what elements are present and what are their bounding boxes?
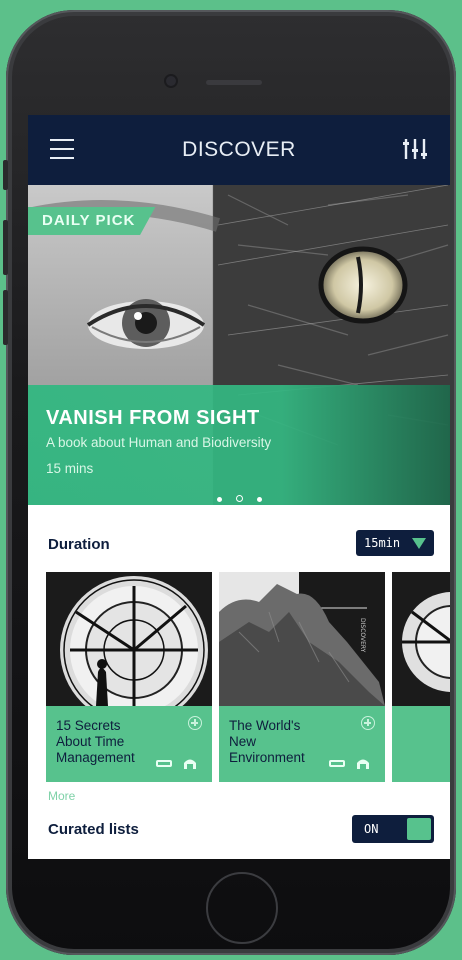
more-link[interactable]: More: [48, 789, 75, 803]
mute-switch: [3, 160, 8, 190]
app-screen: DISCOVER DAILY PICK VANISH FROM SIGHT A …: [28, 115, 450, 859]
duration-label: Duration: [48, 536, 110, 553]
volume-down-button: [3, 290, 8, 345]
hero-subtitle: A book about Human and Biodiversity: [46, 435, 272, 450]
plus-icon[interactable]: [188, 716, 202, 730]
speaker-grille: [206, 80, 262, 85]
headphones-icon: [357, 759, 369, 769]
filter-sliders-icon[interactable]: [402, 137, 428, 165]
carousel-dot[interactable]: [257, 497, 262, 502]
book-cover-clock: [46, 572, 212, 706]
curated-lists-label: Curated lists: [48, 821, 139, 838]
hero-duration: 15 mins: [46, 461, 94, 476]
book-card[interactable]: 15 Secrets About Time Management: [46, 572, 212, 782]
duration-row: Duration 15min: [28, 530, 450, 562]
daily-pick-badge: DAILY PICK: [28, 207, 156, 235]
dropdown-arrow-icon: [412, 538, 426, 549]
book-card-footer: 15 Secrets About Time Management: [46, 706, 212, 782]
book-title: 15 Secrets About Time Management: [56, 718, 135, 765]
daily-pick-hero[interactable]: DAILY PICK VANISH FROM SIGHT A book abou…: [28, 185, 450, 505]
media-icons: [329, 755, 375, 774]
headphones-icon: [184, 759, 196, 769]
book-cover-mountain: DISCOVERY: [219, 572, 385, 706]
volume-up-button: [3, 220, 8, 275]
plus-icon[interactable]: [361, 716, 375, 730]
book-title: The World's New Environment: [229, 718, 305, 765]
book-card-footer: [392, 706, 450, 782]
book-cover-partial: [392, 572, 450, 706]
book-card-partial[interactable]: [392, 572, 450, 782]
book-card[interactable]: DISCOVERY The World's New Environment: [219, 572, 385, 782]
carousel-dots[interactable]: [210, 487, 269, 505]
curated-lists-row: Curated lists ON: [28, 815, 450, 847]
curated-toggle[interactable]: ON: [352, 815, 434, 843]
carousel-dot[interactable]: [217, 497, 222, 502]
toggle-state-label: ON: [364, 822, 379, 836]
toggle-knob: [407, 818, 431, 840]
duration-value: 15min: [364, 536, 401, 550]
carousel-dot[interactable]: [236, 495, 243, 502]
page-title: DISCOVER: [182, 138, 296, 161]
book-card-footer: The World's New Environment: [219, 706, 385, 782]
media-icons: [156, 755, 202, 774]
top-nav-bar: DISCOVER: [28, 115, 450, 185]
duration-select[interactable]: 15min: [356, 530, 434, 556]
front-camera: [166, 76, 176, 86]
svg-text:DISCOVERY: DISCOVERY: [359, 618, 366, 653]
hero-title: VANISH FROM SIGHT: [46, 407, 260, 429]
home-button[interactable]: [206, 872, 278, 944]
book-carousel[interactable]: 15 Secrets About Time Management DISCOVE…: [46, 572, 450, 782]
